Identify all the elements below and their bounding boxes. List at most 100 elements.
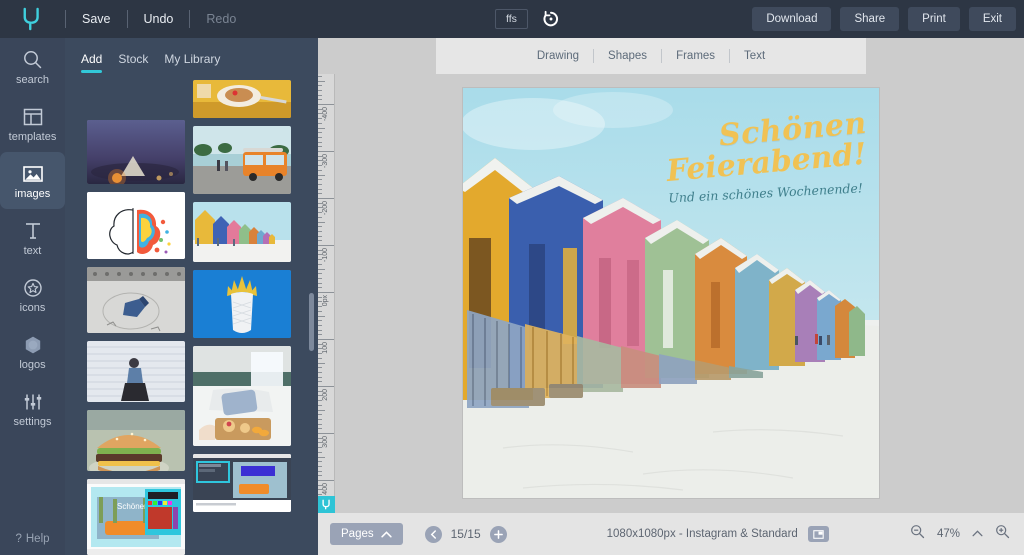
tool-text[interactable]: Text [730,50,779,62]
help-button[interactable]: ? Help [0,533,65,545]
ruler-origin-button[interactable] [318,496,335,513]
ruler-minor-tick [318,301,322,303]
sidebar-item-logos[interactable]: logos [0,323,65,380]
thumbnail-burger[interactable] [87,409,185,471]
canvas-stage[interactable]: Schönen Feierabend! Und ein schönes Woch… [335,74,1024,513]
thumbnail-pineapple[interactable] [193,270,291,338]
ruler-minor-tick [318,179,322,181]
sliders-icon [24,394,41,409]
ruler-minor-tick [318,165,322,167]
thumbnail-brain[interactable] [87,192,185,259]
print-button[interactable]: Print [908,6,960,32]
download-button[interactable]: Download [752,6,832,32]
sidebar-item-templates[interactable]: templates [0,95,65,152]
sidebar-item-images[interactable]: images [0,152,65,209]
svg-text:Schönen: Schönen [117,502,149,511]
ruler-minor-tick [318,362,325,364]
left-sidebar: search templates images text icons logos… [0,38,65,555]
thumbnail-orange-van[interactable] [193,126,291,194]
ruler-minor-tick [318,414,322,416]
history-revert-icon[interactable] [542,10,560,28]
ruler-label: -200 [322,201,329,216]
app-logo[interactable] [0,0,65,38]
ruler-minor-tick [318,494,322,496]
ruler-minor-tick [318,146,322,148]
ruler-minor-tick [318,132,322,134]
prev-page-button[interactable] [424,525,442,543]
vertical-ruler[interactable]: -500-400-300-200-1000px100200300400500 [318,74,335,513]
sidebar-items: search templates images text icons logos… [0,38,65,437]
tool-shapes[interactable]: Shapes [594,50,661,62]
thumbnail-night-camp[interactable] [87,120,185,185]
blue-cube-notebook-photo [87,266,185,333]
ruler-minor-tick [318,89,322,91]
tab-stock[interactable]: Stock [118,52,148,75]
thumbnail-blue-cube[interactable] [87,266,185,333]
zoom-out-button[interactable] [910,524,925,544]
ruler-minor-tick [318,155,322,157]
ruler-major-tick [318,292,334,293]
ruler-minor-tick [318,122,322,124]
ruler-minor-tick [318,230,322,232]
zoom-in-icon [996,525,1010,539]
sidebar-item-text[interactable]: text [0,209,65,266]
thumbnail-bed-breakfast[interactable] [193,346,291,446]
ruler-minor-tick [318,254,322,256]
tool-frames[interactable]: Frames [662,50,729,62]
redo-button[interactable]: Redo [190,0,252,38]
undo-button[interactable]: Undo [128,0,190,38]
artboard-text-block[interactable]: Schönen Feierabend! Und ein schönes Woch… [607,106,868,206]
thumbnail-column-left: Schönen 2. Farbe auswählen [87,120,185,555]
tool-drawing[interactable]: Drawing [523,50,593,62]
exit-button[interactable]: Exit [968,6,1016,32]
thumbnail-ui-screenshot[interactable] [193,454,291,512]
ruler-minor-tick [318,489,322,491]
ruler-minor-tick [318,277,322,279]
ruler-minor-tick [318,127,325,129]
add-page-button[interactable] [489,525,507,543]
sidebar-item-settings[interactable]: settings [0,380,65,437]
ruler-minor-tick [318,221,325,223]
beach-huts-photo [193,202,291,262]
colorful-brain-sketch [87,192,185,259]
ruler-minor-tick [318,395,322,397]
project-name-field[interactable]: ffs [495,8,528,30]
ruler-minor-tick [318,94,322,96]
chevron-left-icon [430,529,436,539]
sidebar-item-label: images [14,187,51,200]
ruler-minor-tick [318,263,322,265]
zoom-in-button[interactable] [995,524,1010,544]
pages-label: Pages [341,528,374,540]
thumbnail-woman-wall[interactable] [87,340,185,402]
sidebar-item-icons[interactable]: icons [0,266,65,323]
artboard[interactable]: Schönen Feierabend! Und ein schönes Woch… [463,88,879,498]
share-button[interactable]: Share [840,6,900,32]
pineapple-blue-photo [193,270,291,338]
save-button[interactable]: Save [66,0,127,38]
design-editor-app: Save Undo Redo ffs Download Share Print … [0,0,1024,555]
ruler-minor-tick [318,418,322,420]
ruler-minor-tick [318,249,322,251]
ruler-label: 200 [322,389,329,401]
thumbnail-beach-huts[interactable] [193,202,291,262]
thumbnail-editor-screenshot[interactable]: Schönen 2. Farbe auswählen [87,478,185,555]
chevron-up-icon [380,530,392,537]
zoom-controls: 47% [910,524,1010,544]
resize-artboard-icon [813,529,824,539]
zoom-dropdown-button[interactable] [972,529,983,540]
ruler-minor-tick [318,113,322,115]
thumbnail-breakfast-table[interactable] [193,80,291,118]
ruler-minor-tick [318,367,322,369]
ruler-minor-tick [318,174,325,176]
tab-add[interactable]: Add [81,52,103,75]
ruler-minor-tick [318,409,325,411]
resize-artboard-button[interactable] [807,526,829,542]
zoom-level[interactable]: 47% [937,528,960,540]
panel-scrollbar[interactable] [309,293,314,351]
ruler-minor-tick [318,216,322,218]
sidebar-item-search[interactable]: search [0,38,65,95]
pages-button[interactable]: Pages [330,523,403,545]
ruler-minor-tick [318,183,322,185]
tab-my-library[interactable]: My Library [164,52,220,75]
ruler-minor-tick [318,99,322,101]
